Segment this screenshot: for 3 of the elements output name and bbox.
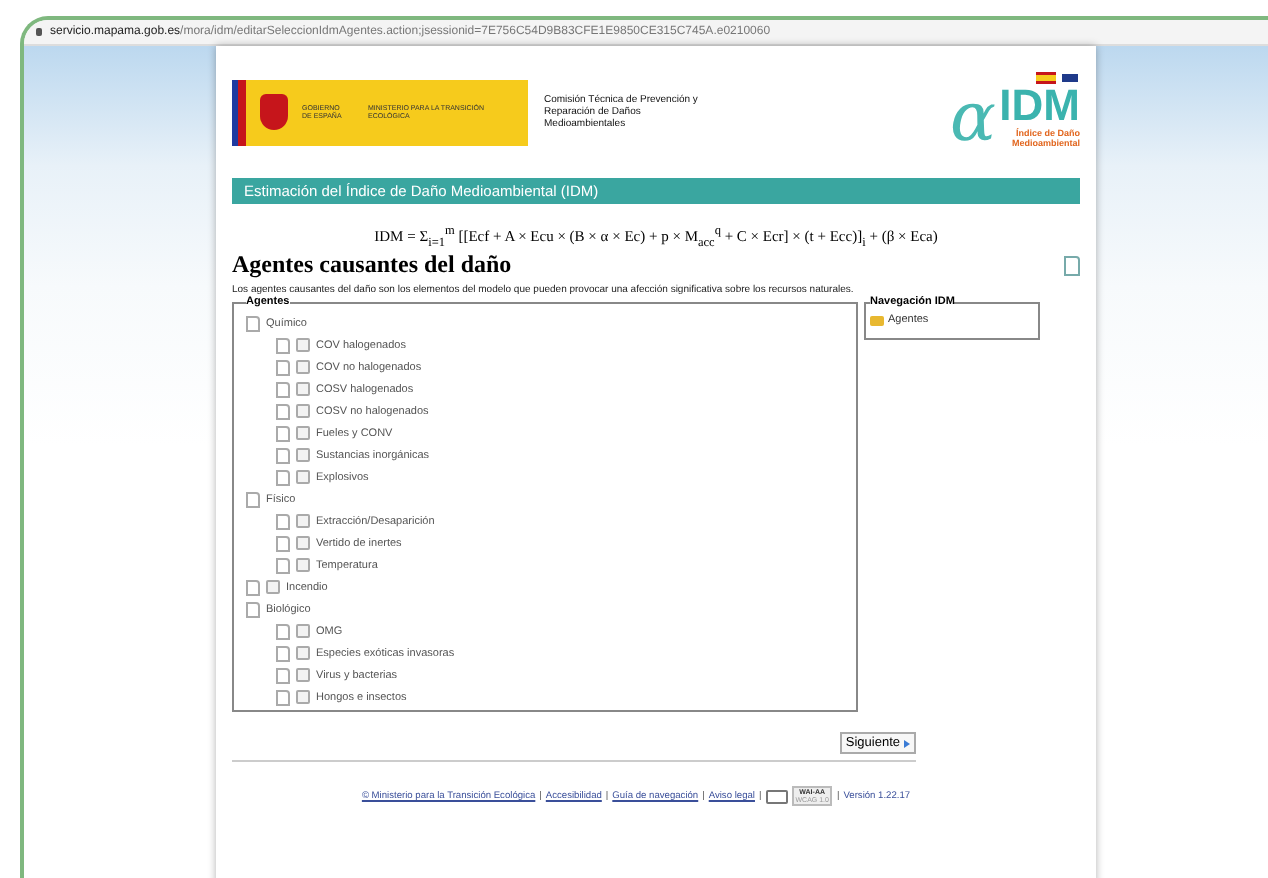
- logo-text: IDM: [999, 84, 1080, 128]
- logo-alpha: α: [950, 84, 996, 152]
- page-heading: Agentes causantes del daño: [232, 250, 512, 280]
